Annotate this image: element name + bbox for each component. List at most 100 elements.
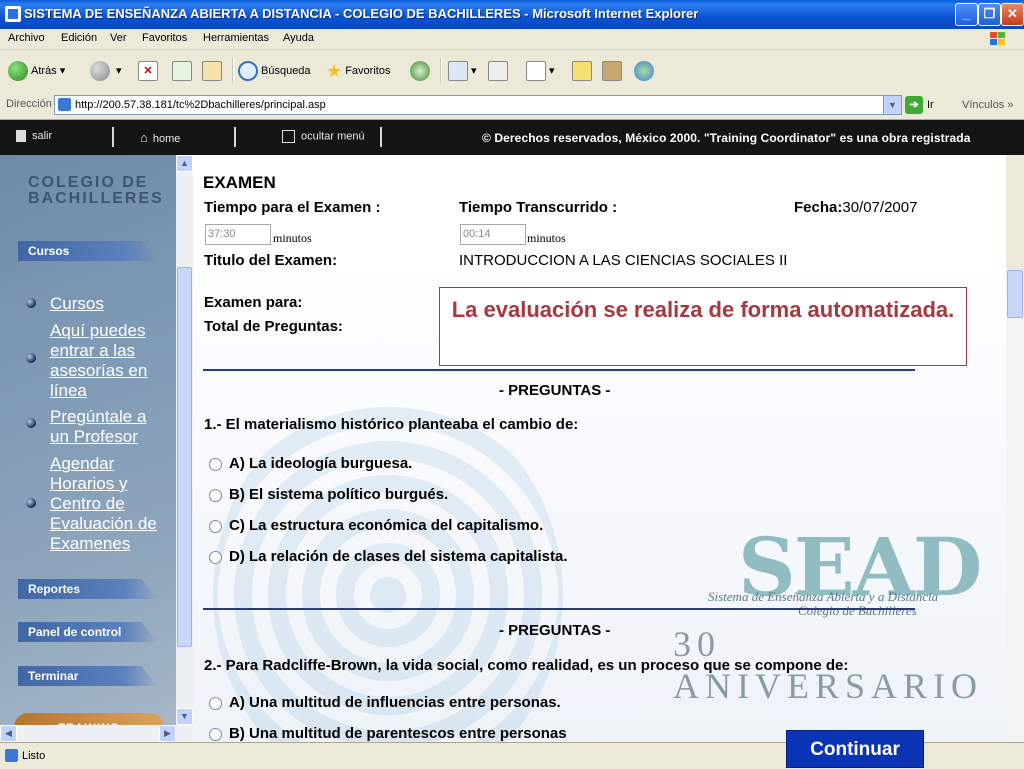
- refresh-icon: [172, 61, 192, 82]
- notes-button[interactable]: [572, 60, 592, 82]
- scroll-left-icon[interactable]: ◀: [0, 725, 17, 742]
- exam-content: SEAD Sistema de Enseñanza Abierta y a Di…: [193, 155, 1006, 742]
- stop-icon: ✕: [138, 61, 158, 82]
- page-icon: [5, 749, 18, 762]
- divider: [203, 369, 915, 371]
- sidebar-link-agendar[interactable]: Agendar Horarios y Centro de Evaluación …: [50, 454, 168, 554]
- window-icon: [282, 130, 295, 143]
- continue-button[interactable]: Continuar: [786, 730, 924, 768]
- time-input[interactable]: 37:30: [205, 224, 271, 245]
- question-1: 1.- El materialismo histórico planteaba …: [204, 416, 579, 433]
- time-label: Tiempo para el Examen :: [204, 199, 381, 216]
- menu-archivo[interactable]: Archivo: [8, 32, 45, 44]
- q1-option-d[interactable]: D) La relación de clases del sistema cap…: [229, 548, 568, 565]
- q2-option-b-radio[interactable]: [209, 728, 222, 741]
- research-button[interactable]: [602, 60, 622, 82]
- notes-icon: [572, 61, 592, 82]
- scroll-thumb[interactable]: [177, 267, 192, 647]
- content-scrollbar[interactable]: [1006, 270, 1024, 742]
- scroll-up-icon[interactable]: ▲: [176, 155, 193, 172]
- favorites-button[interactable]: ★ Favoritos: [326, 60, 390, 82]
- close-button[interactable]: ✕: [1001, 3, 1024, 26]
- mail-icon: [448, 61, 468, 82]
- page-icon: [58, 98, 71, 111]
- print-button[interactable]: [488, 60, 508, 82]
- sidebar-horizontal-scrollbar[interactable]: ◀ ▶: [0, 725, 176, 742]
- time-unit: minutos: [273, 231, 312, 245]
- decorative-spiral: [213, 395, 563, 742]
- q1-option-d-radio[interactable]: [209, 551, 222, 564]
- door-icon: [16, 130, 26, 143]
- exit-link[interactable]: salir: [16, 130, 52, 143]
- q2-option-a[interactable]: A) Una multitud de influencias entre per…: [229, 694, 561, 711]
- back-button[interactable]: Atrás ▾: [8, 60, 65, 82]
- home-button[interactable]: [202, 60, 222, 82]
- total-questions-label: Total de Preguntas:: [204, 318, 343, 335]
- q1-option-a[interactable]: A) La ideología burguesa.: [229, 455, 412, 472]
- windows-logo-icon: [982, 29, 1018, 49]
- forward-button[interactable]: ▾: [90, 60, 122, 82]
- window-title-bar: SISTEMA DE ENSEÑANZA ABIERTA A DISTANCIA…: [0, 0, 1024, 29]
- go-arrow-icon[interactable]: ➔: [905, 96, 923, 114]
- ie-icon: [5, 6, 21, 22]
- menu-favoritos[interactable]: Favoritos: [142, 32, 187, 44]
- menu-ayuda[interactable]: Ayuda: [283, 32, 314, 44]
- sidebar-scrollbar[interactable]: ▲ ▼: [176, 155, 193, 742]
- maximize-button[interactable]: ❐: [978, 3, 1001, 26]
- mail-button[interactable]: ▾: [448, 60, 477, 82]
- go-button-label[interactable]: Ir: [927, 99, 934, 111]
- elapsed-unit: minutos: [527, 231, 566, 245]
- bullet-icon: [26, 298, 36, 308]
- q1-option-c-radio[interactable]: [209, 520, 222, 533]
- refresh-button[interactable]: [172, 60, 192, 82]
- colegio-logo: COLEGIO DE BACHILLERES: [28, 174, 164, 207]
- menu-ver[interactable]: Ver: [110, 32, 127, 44]
- date-field: Fecha:30/07/2007: [794, 199, 918, 216]
- edit-button[interactable]: ▾: [526, 60, 555, 82]
- hide-menu-link[interactable]: ocultar menú: [282, 130, 365, 143]
- q2-option-b[interactable]: B) Una multitud de parentescos entre per…: [229, 725, 567, 742]
- menu-edicion[interactable]: Edición: [61, 32, 97, 44]
- links-toolbar[interactable]: Vínculos »: [962, 99, 1013, 111]
- exam-title-label: Titulo del Examen:: [204, 252, 338, 269]
- exam-title-value: INTRODUCCION A LAS CIENCIAS SOCIALES II: [459, 252, 788, 269]
- q1-option-a-radio[interactable]: [209, 458, 222, 471]
- address-url: http://200.57.38.181/tc%2Dbachilleres/pr…: [75, 99, 326, 111]
- sidebar-link-asesorias[interactable]: Aquí puedes entrar a las asesorías en lí…: [50, 321, 168, 401]
- address-bar: Dirección http://200.57.38.181/tc%2Dbach…: [0, 92, 1024, 120]
- toolbar: Atrás ▾ ▾ ✕ Búsqueda ★ Favoritos ▾ ▾: [0, 50, 1024, 93]
- section-reportes[interactable]: Reportes: [18, 579, 158, 599]
- elapsed-label: Tiempo Transcurrido :: [459, 199, 618, 216]
- app-header: salir ⌂ home ocultar menú © Derechos rese…: [0, 120, 1024, 155]
- q1-option-b[interactable]: B) El sistema político burgués.: [229, 486, 448, 503]
- address-input[interactable]: http://200.57.38.181/tc%2Dbachilleres/pr…: [54, 95, 902, 115]
- scroll-down-icon[interactable]: ▼: [176, 708, 193, 725]
- stop-button[interactable]: ✕: [138, 60, 158, 82]
- chevron-down-icon[interactable]: ▼: [883, 96, 901, 114]
- home-link[interactable]: ⌂ home: [140, 130, 180, 145]
- search-button[interactable]: Búsqueda: [238, 60, 311, 82]
- messenger-button[interactable]: [634, 60, 657, 82]
- questions-header: - PREGUNTAS -: [499, 382, 611, 399]
- window-title: SISTEMA DE ENSEÑANZA ABIERTA A DISTANCIA…: [24, 6, 699, 21]
- house-icon: ⌂: [140, 130, 148, 145]
- section-terminar[interactable]: Terminar: [18, 666, 158, 686]
- section-panel-control[interactable]: Panel de control: [18, 622, 158, 642]
- minimize-button[interactable]: _: [955, 3, 978, 26]
- q1-option-c[interactable]: C) La estructura económica del capitalis…: [229, 517, 543, 534]
- q2-option-a-radio[interactable]: [209, 697, 222, 710]
- research-icon: [602, 61, 622, 82]
- sead-subtitle: Sistema de Enseñanza Abierta y a Distanc…: [708, 589, 939, 618]
- scroll-right-icon[interactable]: ▶: [159, 725, 176, 742]
- history-button[interactable]: [410, 60, 433, 82]
- bullet-icon: [26, 498, 36, 508]
- address-label: Dirección: [6, 98, 52, 110]
- scroll-thumb[interactable]: [1007, 270, 1023, 318]
- q1-option-b-radio[interactable]: [209, 489, 222, 502]
- elapsed-input[interactable]: 00:14: [460, 224, 526, 245]
- sidebar-link-profesor[interactable]: Pregúntale a un Profesor: [50, 407, 168, 447]
- section-cursos[interactable]: Cursos: [18, 241, 158, 261]
- menu-herramientas[interactable]: Herramientas: [203, 32, 269, 44]
- sidebar-link-cursos[interactable]: Cursos: [50, 294, 104, 314]
- bullet-icon: [26, 418, 36, 428]
